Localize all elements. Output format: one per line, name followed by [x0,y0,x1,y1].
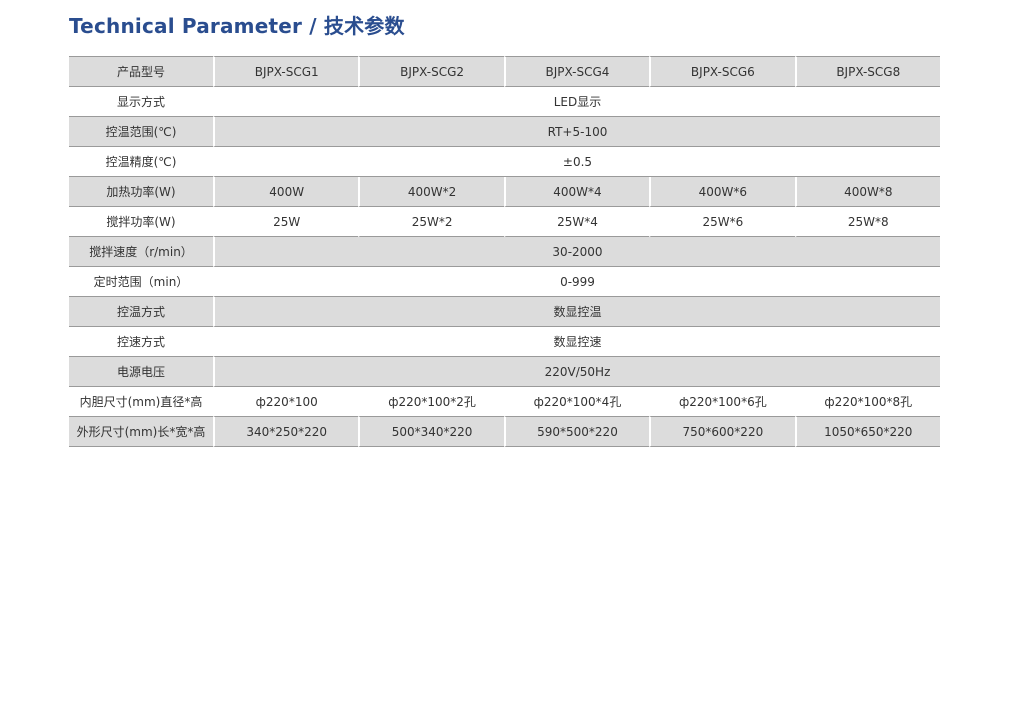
table-cell: BJPX-SCG4 [503,56,650,87]
row-label: 电源电压 [69,357,213,387]
table-row-display: 显示方式 LED显示 [69,87,940,117]
table-cell: BJPX-SCG6 [649,56,795,87]
table-cell: 400W*8 [794,177,940,207]
table-cell: ф220*100*2孔 [358,387,504,417]
table-row-stirring-power: 搅拌功率(W) 25W 25W*2 25W*4 25W*6 25W*8 [69,207,940,237]
table-row-stirring-speed: 搅拌速度（r/min） 30-2000 [69,237,940,267]
table-cell-merged: 30-2000 [213,237,940,267]
spec-table: 产品型号 BJPX-SCG1 BJPX-SCG2 BJPX-SCG4 BJPX-… [69,56,940,447]
table-cell: ф220*100 [213,387,359,417]
table-cell-merged: 220V/50Hz [213,357,940,387]
table-cell: 25W [213,207,359,237]
table-cell: BJPX-SCG2 [358,56,504,87]
table-cell: 590*500*220 [503,417,650,447]
row-label: 内胆尺寸(mm)直径*高 [69,387,213,417]
row-label: 定时范围（min） [69,267,213,297]
table-cell-merged: 0-999 [213,267,940,297]
table-cell: 400W*6 [649,177,795,207]
row-label: 控温方式 [69,297,213,327]
row-label: 搅拌速度（r/min） [69,237,213,267]
table-cell-merged: LED显示 [213,87,940,117]
table-cell: 400W [213,177,359,207]
row-label: 加热功率(W) [69,177,213,207]
table-cell-merged: 数显控速 [213,327,940,357]
table-cell: 25W*8 [794,207,940,237]
table-cell: 340*250*220 [213,417,359,447]
table-cell: ф220*100*4孔 [503,387,650,417]
table-cell-merged: ±0.5 [213,147,940,177]
row-label: 搅拌功率(W) [69,207,213,237]
table-cell: ф220*100*8孔 [794,387,940,417]
table-cell: ф220*100*6孔 [649,387,795,417]
page-title: Technical Parameter / 技术参数 [69,14,405,38]
table-cell: 400W*2 [358,177,504,207]
table-row-speed-control: 控速方式 数显控速 [69,327,940,357]
table-cell: 25W*2 [358,207,504,237]
table-row-heating-power: 加热功率(W) 400W 400W*2 400W*4 400W*6 400W*8 [69,177,940,207]
table-row-temp-control: 控温方式 数显控温 [69,297,940,327]
table-cell: BJPX-SCG1 [213,56,359,87]
table-row-temp-range: 控温范围(℃) RT+5-100 [69,117,940,147]
table-cell-merged: 数显控温 [213,297,940,327]
table-row-power-supply: 电源电压 220V/50Hz [69,357,940,387]
table-cell: 25W*4 [503,207,650,237]
table-cell-merged: RT+5-100 [213,117,940,147]
table-row-temp-accuracy: 控温精度(℃) ±0.5 [69,147,940,177]
row-label: 控温范围(℃) [69,117,213,147]
table-cell: 750*600*220 [649,417,795,447]
table-row-timer-range: 定时范围（min） 0-999 [69,267,940,297]
table-cell: 500*340*220 [358,417,504,447]
table-row-inner-size: 内胆尺寸(mm)直径*高 ф220*100 ф220*100*2孔 ф220*1… [69,387,940,417]
table-cell: 400W*4 [503,177,650,207]
table-row-outer-size: 外形尺寸(mm)长*宽*高 340*250*220 500*340*220 59… [69,417,940,447]
row-label: 控速方式 [69,327,213,357]
table-row-model: 产品型号 BJPX-SCG1 BJPX-SCG2 BJPX-SCG4 BJPX-… [69,56,940,87]
row-label: 外形尺寸(mm)长*宽*高 [69,417,213,447]
row-label: 控温精度(℃) [69,147,213,177]
table-cell: BJPX-SCG8 [794,56,940,87]
row-label: 产品型号 [69,56,213,87]
row-label: 显示方式 [69,87,213,117]
table-cell: 1050*650*220 [794,417,940,447]
table-cell: 25W*6 [649,207,795,237]
